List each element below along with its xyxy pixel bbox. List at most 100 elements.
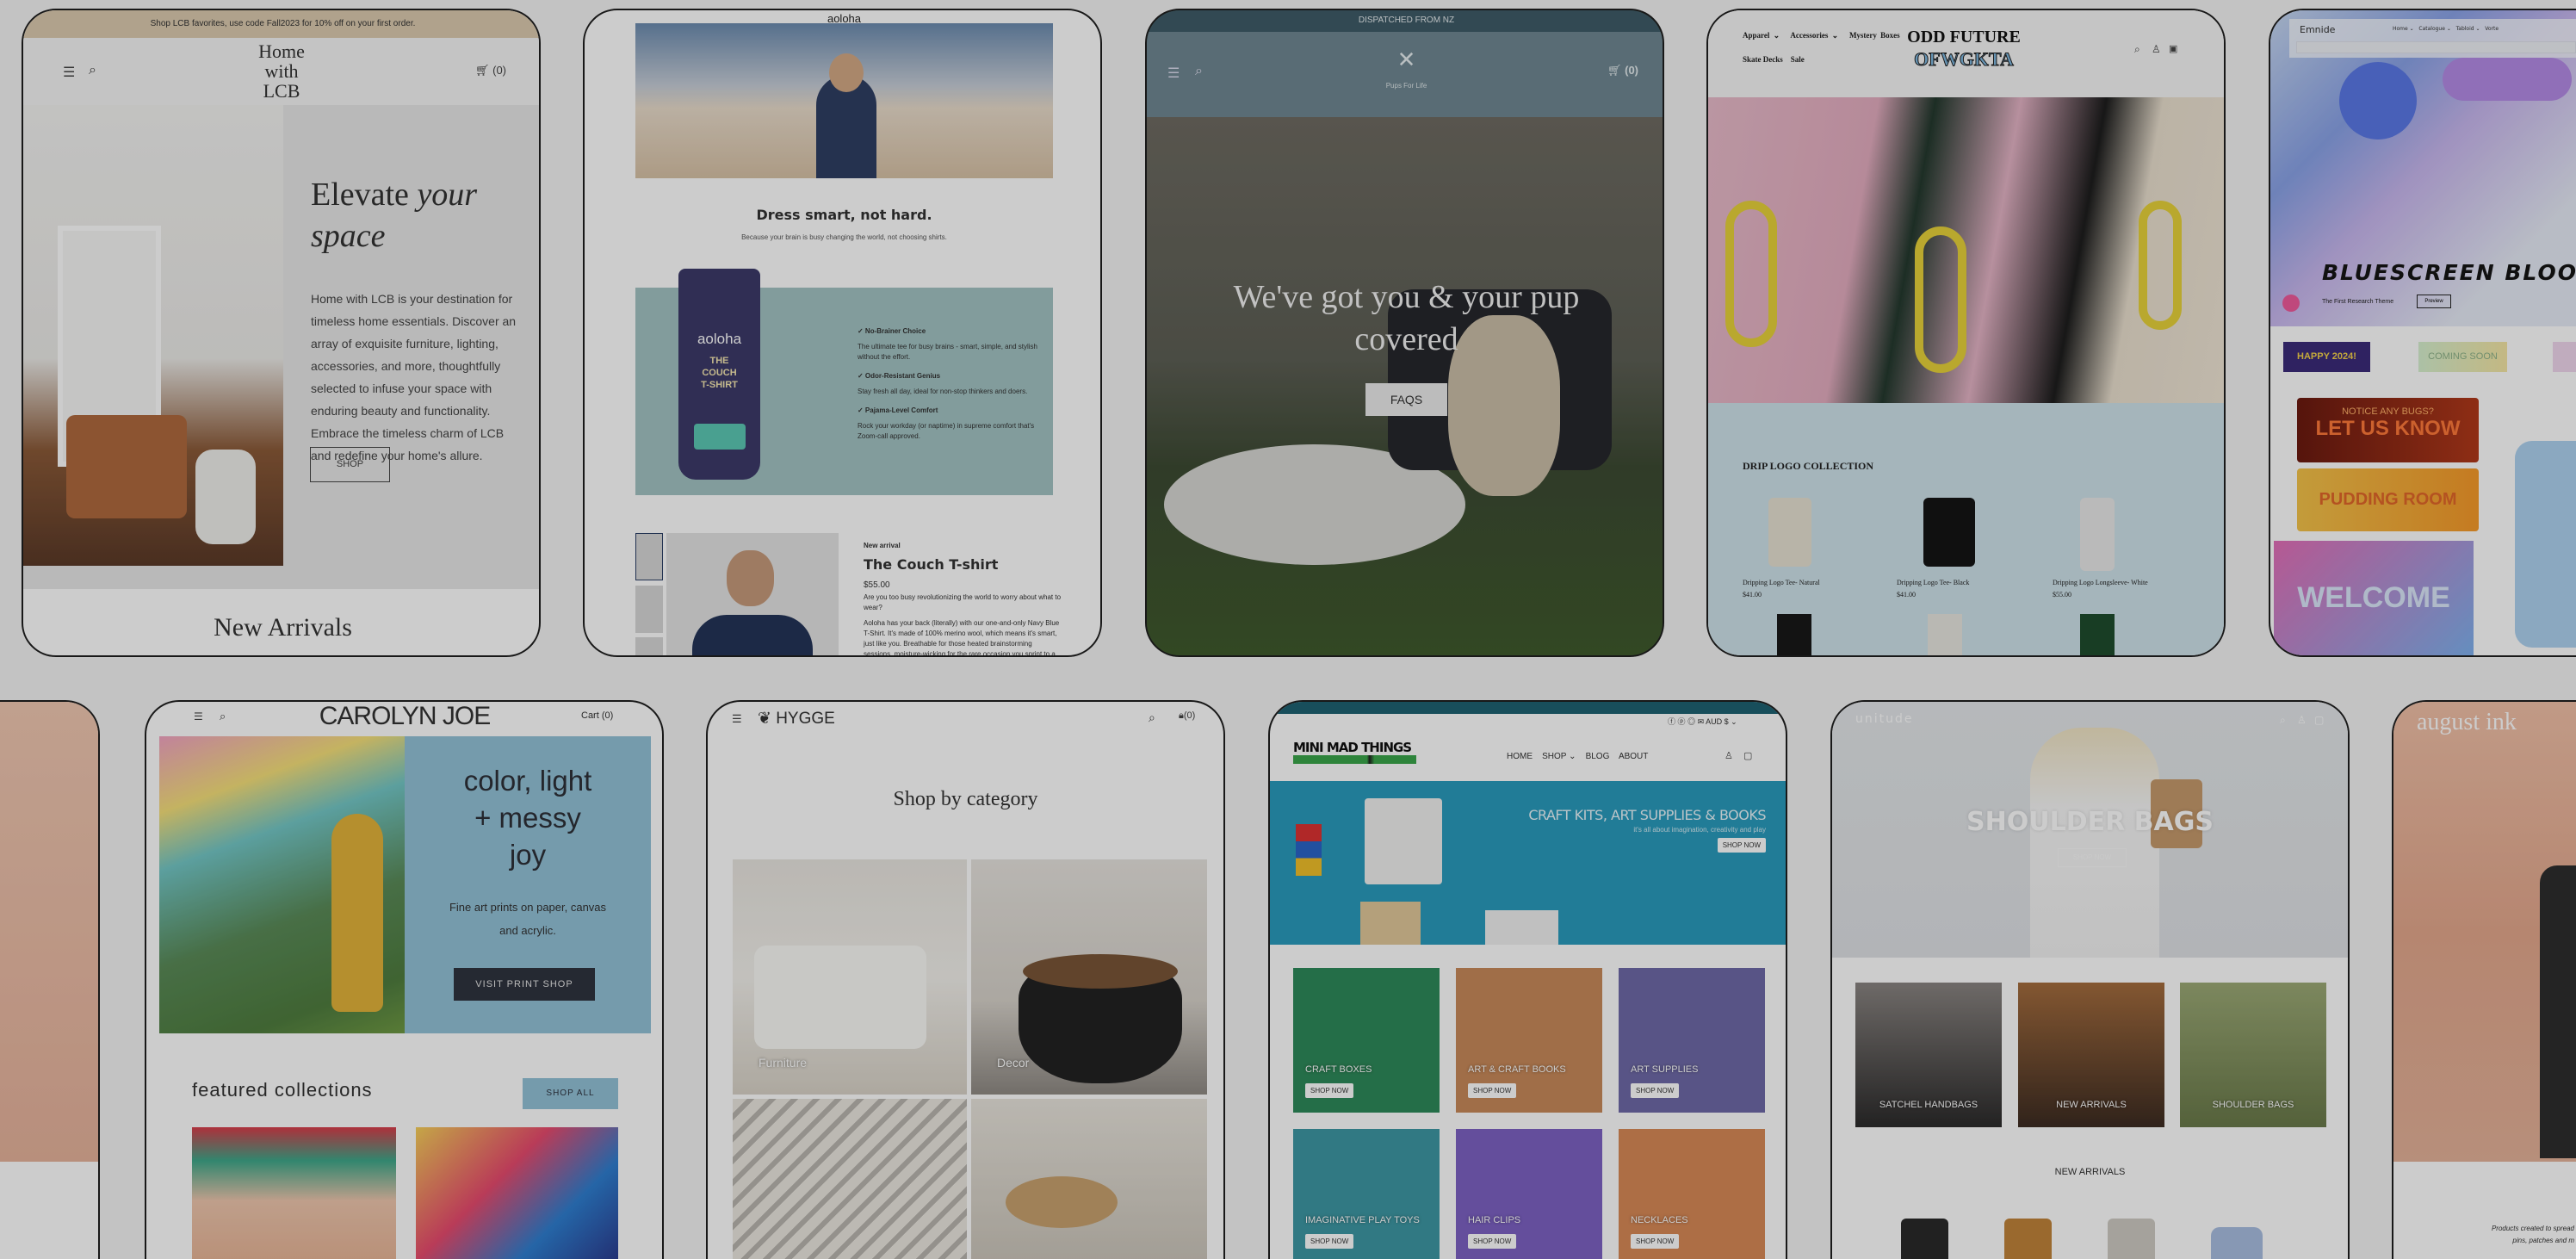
nav-sale[interactable]: Sale [1791,55,1805,64]
store-card-aoloha[interactable]: aoloha Dress smart, not hard. Because yo… [583,9,1102,657]
shop-now-button[interactable]: SHOP NOW [1631,1083,1680,1098]
menu-icon[interactable]: ☰ [194,710,203,723]
shop-now-button[interactable]: SHOP NOW [1468,1234,1517,1249]
product-thumbnail[interactable] [635,586,663,633]
category-tile-textiles[interactable] [733,1099,967,1259]
nav-shop[interactable]: SHOP ⌄ [1542,752,1576,761]
menu-icon[interactable]: ☰ [1167,65,1180,82]
category-tile-furniture[interactable]: Furniture [733,859,967,1095]
paw-cross-logo-icon[interactable]: ✕ [1379,44,1434,75]
shop-now-button[interactable]: SHOP NOW [1631,1234,1680,1249]
hero-shop-now-button[interactable]: SHOP NOW [2058,848,2127,867]
shop-now-button[interactable]: SHOP NOW [1468,1083,1517,1098]
store-card-hygge[interactable]: ☰ ❦ HYGGE ⌕ 🔒︎(0) Shop by category Furni… [706,700,1225,1259]
logo[interactable]: august ink [2417,709,2517,736]
cart-icon[interactable]: ▢ [2314,714,2324,726]
store-card-odd-future[interactable]: Apparel ⌄ Accessories ⌄ Mystery Boxes Sk… [1706,9,2226,657]
menu-icon[interactable]: ☰ [732,712,742,726]
category-tile[interactable]: HAIR CLIPS SHOP NOW [1456,1129,1602,1259]
category-tile[interactable]: SHOULDER BAGS [2180,983,2326,1127]
product-image[interactable] [1923,498,1975,567]
product-image[interactable] [2108,1219,2155,1259]
instagram-icon[interactable]: ◎ [1687,717,1695,726]
product-card[interactable]: Dripping Logo Tee- Black $41.00 [1897,577,1969,601]
product-image[interactable] [1928,614,1962,655]
nav-skate-decks[interactable]: Skate Decks [1743,55,1783,64]
store-card-august-ink[interactable]: august ink Products created to spread pin… [2392,700,2576,1259]
logo[interactable]: unitude [1855,712,1914,726]
category-tile[interactable]: NECKLACES SHOP NOW [1619,1129,1765,1259]
store-card-mini-mad-things[interactable]: ⓕ ⓟ ◎ ✉ AUD $ ⌄ MINI MAD THINGS HOME SHO… [1268,700,1787,1259]
search-icon[interactable]: ⌕ [2280,714,2286,727]
facebook-icon[interactable]: ⓕ [1668,717,1675,726]
logo-odd-future[interactable]: ODD FUTURE [1899,28,2028,47]
category-tile[interactable]: NEW ARRIVALS [2018,983,2164,1127]
banner-coming-soon[interactable]: COMING SOON [2418,342,2507,372]
store-card-pups-for-life[interactable]: DISPATCHED FROM NZ ☰ ⌕ ✕ Pups For Life 🛒… [1145,9,1664,657]
store-card-carolyn-joe[interactable]: ☰ ⌕ CAROLYN JOE Cart (0) color, light + m… [145,700,664,1259]
search-icon[interactable]: ⌕ [220,710,226,723]
currency-selector[interactable]: AUD $ ⌄ [1706,717,1737,726]
shop-all-button[interactable]: SHOP ALL [523,1078,618,1109]
nav-apparel[interactable]: Apparel ⌄ [1743,31,1780,40]
category-tile[interactable]: CRAFT BOXES SHOP NOW [1293,968,1440,1113]
search-icon[interactable]: ⌕ [2134,43,2140,56]
product-thumbnail[interactable] [635,637,663,655]
category-tile[interactable]: ART SUPPLIES SHOP NOW [1619,968,1765,1113]
cart-link[interactable]: Cart (0) [581,710,613,721]
product-image[interactable] [2080,614,2115,655]
banner-report-bugs[interactable]: NOTICE ANY BUGS? LET US KNOW [2297,398,2479,462]
visit-print-shop-button[interactable]: VISIT PRINT SHOP [454,968,595,1001]
banner-partial[interactable] [2553,342,2576,372]
preview-button[interactable]: Preview [2417,295,2451,308]
search-icon[interactable]: ⌕ [1149,710,1155,725]
cart-icon[interactable]: 🔒︎(0) [1179,710,1195,722]
nav-blog[interactable]: BLOG [1586,752,1610,761]
cart-icon[interactable]: 🛒︎ (0) [1607,64,1638,78]
account-icon[interactable]: ♙ [1725,750,1733,761]
logo[interactable]: CAROLYN JOE [301,702,508,731]
category-tile[interactable]: IMAGINATIVE PLAY TOYS SHOP NOW [1293,1129,1440,1259]
product-image[interactable] [2211,1227,2263,1259]
nav-vortex[interactable]: Vorte [2485,26,2499,32]
product-card[interactable]: Dripping Logo Longsleeve- White $55.00 [2053,577,2148,601]
banner-happy-2024[interactable]: HAPPY 2024! [2283,342,2370,372]
product-image[interactable] [2004,1219,2052,1259]
email-icon[interactable]: ✉ [1698,717,1705,726]
cart-icon[interactable]: ▢ [1743,750,1752,761]
store-card-unitude[interactable]: unitude SHOULDER BAGS SHOP NOW ⌕ ♙ ▢ SAT… [1830,700,2350,1259]
nav-tabloid[interactable]: Tabloid ⌄ [2456,26,2480,32]
product-image[interactable] [1901,1219,1948,1259]
account-icon[interactable]: ♙ [2152,43,2161,55]
nav-home[interactable]: Home ⌄ [2393,26,2414,32]
shop-now-button[interactable]: SHOP NOW [1305,1234,1354,1249]
category-tile-kitchen[interactable] [971,1099,1207,1259]
nav-about[interactable]: ABOUT [1619,752,1648,761]
product-image[interactable] [1768,498,1811,567]
shop-now-button[interactable]: SHOP NOW [1305,1083,1354,1098]
search-icon[interactable]: ⌕ [89,63,96,78]
search-icon[interactable]: ⌕ [1195,64,1203,79]
shop-button[interactable]: SHOP [310,447,390,482]
category-tile-decor[interactable]: Decor [971,859,1207,1095]
logo[interactable]: ❦ HYGGE [758,709,835,729]
store-card-partial-left[interactable] [0,700,100,1259]
pinterest-icon[interactable]: ⓟ [1678,717,1686,726]
nav-home[interactable]: HOME [1507,752,1533,761]
logo[interactable]: Emnide [2300,24,2335,35]
account-icon[interactable]: ♙ [2297,714,2307,726]
product-card[interactable]: Dripping Logo Tee- Natural $41.00 [1743,577,1820,601]
logo[interactable]: MINI MAD THINGS [1293,740,1416,776]
store-card-home-with-lcb[interactable]: Shop LCB favorites, use code Fall2023 fo… [22,9,541,657]
menu-icon[interactable]: ☰ [63,64,75,81]
product-image[interactable] [2080,498,2115,571]
product-thumbnail[interactable] [635,533,663,580]
faqs-button[interactable]: FAQS [1365,383,1447,416]
category-tile[interactable]: SATCHEL HANDBAGS [1855,983,2002,1127]
nav-accessories[interactable]: Accessories ⌄ [1790,31,1838,40]
hero-shop-now-button[interactable]: SHOP NOW [1717,838,1766,853]
category-tile[interactable]: ART & CRAFT BOOKS SHOP NOW [1456,968,1602,1113]
banner-welcome[interactable]: WELCOME [2274,541,2474,655]
store-card-emnide[interactable]: Emnide Home ⌄ Catalogue ⌄ Tabloid ⌄ Vort… [2269,9,2576,657]
logo[interactable]: Home with LCB [221,41,342,101]
